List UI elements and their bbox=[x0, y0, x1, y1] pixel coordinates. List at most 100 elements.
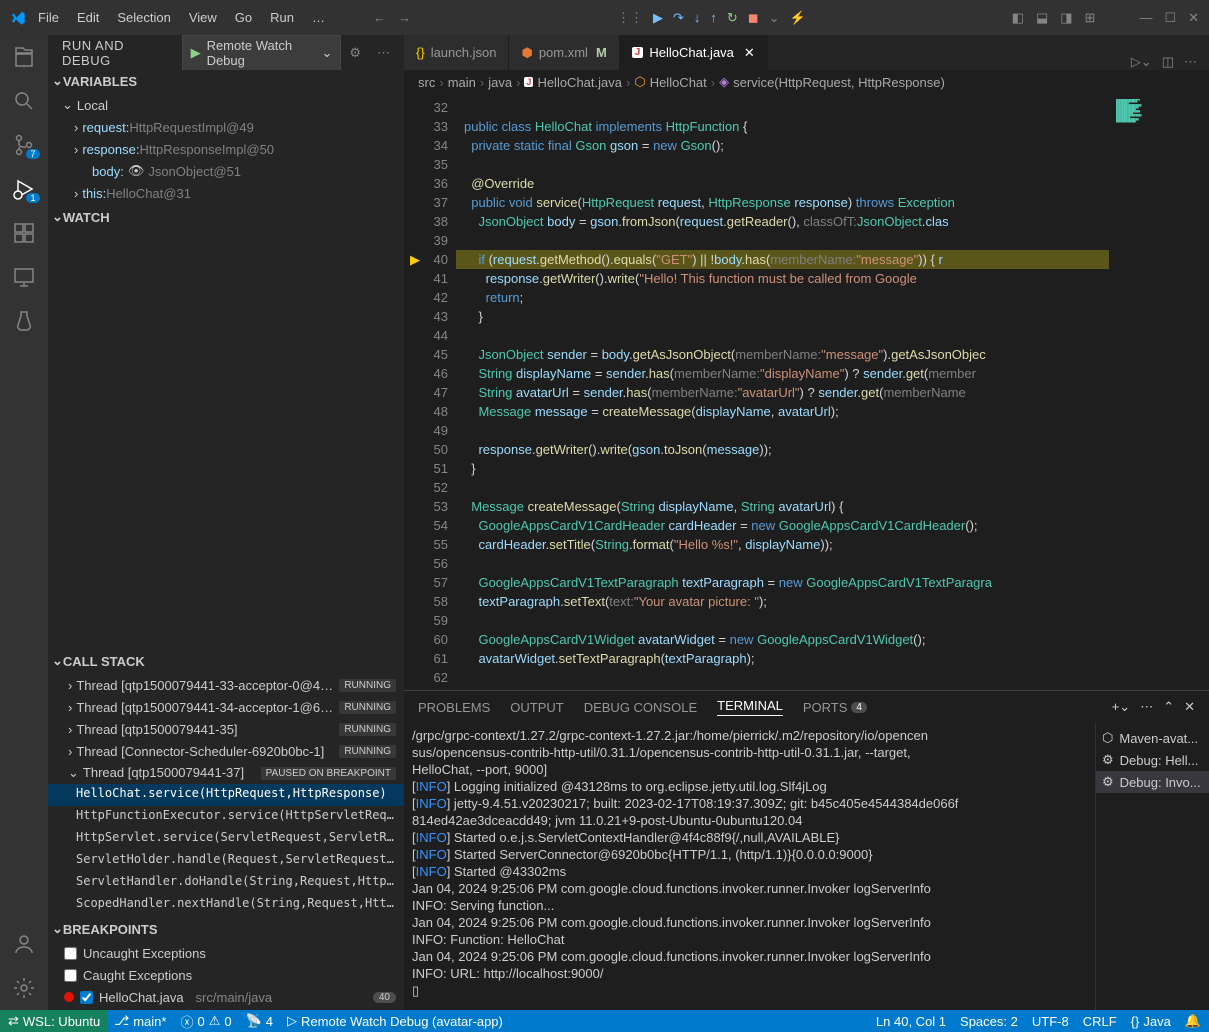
stack-frame[interactable]: ServletHolder.handle(Request,ServletRequ… bbox=[48, 850, 404, 872]
checkbox[interactable] bbox=[64, 947, 77, 960]
restart-icon[interactable]: ↻ bbox=[727, 10, 738, 26]
terminal-item-debug-invoker[interactable]: ⚙Debug: Invo... bbox=[1096, 771, 1209, 793]
breakpoint-caught[interactable]: Caught Exceptions bbox=[48, 964, 404, 986]
code-content[interactable]: public class HelloChat implements HttpFu… bbox=[456, 94, 1109, 690]
hot-reload-icon[interactable]: ⚡ bbox=[789, 10, 805, 26]
menu-edit[interactable]: Edit bbox=[77, 10, 99, 25]
breadcrumbs[interactable]: src› main› java› J HelloChat.java› ⬡ Hel… bbox=[404, 70, 1209, 94]
breakpoint-file[interactable]: HelloChat.javasrc/main/java40 bbox=[48, 986, 404, 1008]
thread-row[interactable]: ›Thread [qtp1500079441-35]RUNNING bbox=[48, 718, 404, 740]
thread-row[interactable]: ›Thread [qtp1500079441-33-acceptor-0@48.… bbox=[48, 674, 404, 696]
panel-tab-debug-console[interactable]: DEBUG CONSOLE bbox=[584, 700, 697, 715]
checkbox[interactable] bbox=[80, 991, 93, 1004]
close-panel-icon[interactable]: ✕ bbox=[1184, 699, 1195, 715]
cursor-position[interactable]: Ln 40, Col 1 bbox=[876, 1013, 946, 1029]
menu-go[interactable]: Go bbox=[235, 10, 252, 25]
step-into-icon[interactable]: ↓ bbox=[694, 10, 701, 25]
breakpoints-section-head[interactable]: ⌄ BREAKPOINTS bbox=[48, 918, 404, 940]
source-control-icon[interactable]: 7 bbox=[12, 133, 36, 157]
scope-local[interactable]: ⌄Local bbox=[48, 94, 404, 116]
breakpoint-uncaught[interactable]: Uncaught Exceptions bbox=[48, 942, 404, 964]
settings-gear-icon[interactable] bbox=[12, 976, 36, 1000]
step-over-icon[interactable]: ↷ bbox=[673, 10, 684, 26]
stack-frame[interactable]: HttpFunctionExecutor.service(HttpServlet… bbox=[48, 806, 404, 828]
stop-icon[interactable]: ◼ bbox=[748, 10, 759, 26]
antenna-icon: 📡 bbox=[246, 1013, 262, 1029]
gear-icon[interactable]: ⚙ bbox=[349, 45, 361, 61]
more-icon[interactable]: ⋯ bbox=[1140, 699, 1153, 715]
menu-selection[interactable]: Selection bbox=[117, 10, 170, 25]
panel-tab-problems[interactable]: PROBLEMS bbox=[418, 700, 490, 715]
split-right-icon[interactable]: ◫ bbox=[1162, 54, 1174, 70]
minimize-icon[interactable]: — bbox=[1139, 10, 1152, 25]
debug-config-selector[interactable]: ▶ Remote Watch Debug ⌄ bbox=[182, 35, 342, 71]
eol[interactable]: CRLF bbox=[1083, 1013, 1117, 1029]
checkbox[interactable] bbox=[64, 969, 77, 982]
git-branch[interactable]: ⎇main* bbox=[114, 1013, 166, 1029]
layout-secondary-icon[interactable]: ◨ bbox=[1060, 10, 1072, 26]
thread-row[interactable]: ›Thread [Connector-Scheduler-6920b0bc-1]… bbox=[48, 740, 404, 762]
close-icon[interactable]: ✕ bbox=[1188, 10, 1199, 26]
more-icon[interactable]: ⋯ bbox=[1184, 54, 1197, 70]
close-icon[interactable]: ✕ bbox=[744, 45, 755, 61]
terminal-output[interactable]: /grpc/grpc-context/1.27.2/grpc-context-1… bbox=[404, 723, 1095, 1010]
menu-view[interactable]: View bbox=[189, 10, 217, 25]
variable-row[interactable]: ›this: HelloChat@31 bbox=[48, 182, 404, 204]
panel-tab-ports[interactable]: PORTS4 bbox=[803, 700, 867, 715]
step-out-icon[interactable]: ↑ bbox=[710, 10, 717, 25]
variables-section-head[interactable]: ⌄ VARIABLES bbox=[48, 70, 404, 92]
maximize-icon[interactable]: ☐ bbox=[1164, 10, 1176, 26]
search-icon[interactable] bbox=[12, 89, 36, 113]
new-terminal-icon[interactable]: +⌄ bbox=[1112, 699, 1130, 715]
remote-indicator[interactable]: ⇄WSL: Ubuntu bbox=[0, 1010, 108, 1032]
ports-status[interactable]: 📡4 bbox=[246, 1013, 273, 1029]
testing-icon[interactable] bbox=[12, 309, 36, 333]
run-debug-icon[interactable]: 1 bbox=[12, 177, 36, 201]
continue-icon[interactable]: ▶ bbox=[653, 10, 663, 26]
menu-file[interactable]: File bbox=[38, 10, 59, 25]
variable-row[interactable]: ›response: HttpResponseImpl@50 bbox=[48, 138, 404, 160]
stack-frame[interactable]: ScopedHandler.nextHandle(String,Request,… bbox=[48, 894, 404, 916]
debug-status[interactable]: ▷Remote Watch Debug (avatar-app) bbox=[287, 1013, 503, 1029]
accounts-icon[interactable] bbox=[12, 932, 36, 956]
stack-frame[interactable]: ServletHandler.doHandle(String,Request,H… bbox=[48, 872, 404, 894]
stack-frame[interactable]: HelloChat.service(HttpRequest,HttpRespon… bbox=[48, 784, 404, 806]
terminal-item-debug-hello[interactable]: ⚙Debug: Hell... bbox=[1096, 749, 1209, 771]
errors-warnings[interactable]: ⓧ0 ⚠0 bbox=[180, 1012, 231, 1031]
tab-hellochat-java[interactable]: JHelloChat.java✕ bbox=[620, 35, 768, 70]
braces-icon: {} bbox=[416, 45, 425, 60]
menu-more[interactable]: … bbox=[312, 10, 325, 25]
dropdown-icon[interactable]: ⌄ bbox=[769, 10, 780, 26]
thread-row-expanded[interactable]: ⌄Thread [qtp1500079441-37]PAUSED ON BREA… bbox=[48, 762, 404, 784]
code-editor[interactable]: 3233343536373839▶40414243444546474849505… bbox=[404, 94, 1209, 690]
thread-row[interactable]: ›Thread [qtp1500079441-34-acceptor-1@66.… bbox=[48, 696, 404, 718]
explorer-icon[interactable] bbox=[12, 45, 36, 69]
remote-explorer-icon[interactable] bbox=[12, 265, 36, 289]
terminal-item-maven[interactable]: ⬡Maven-avat... bbox=[1096, 727, 1209, 749]
stack-frame[interactable]: HttpServlet.service(ServletRequest,Servl… bbox=[48, 828, 404, 850]
layout-customize-icon[interactable]: ⊞ bbox=[1085, 10, 1096, 26]
maximize-panel-icon[interactable]: ⌃ bbox=[1163, 699, 1174, 715]
menu-run[interactable]: Run bbox=[270, 10, 294, 25]
minimap[interactable]: ████████████████████████████████████████… bbox=[1109, 94, 1209, 690]
layout-primary-icon[interactable]: ◧ bbox=[1012, 10, 1024, 26]
variable-row[interactable]: body:👁 JsonObject@51 bbox=[48, 160, 404, 182]
nav-forward-icon[interactable]: → bbox=[398, 10, 411, 25]
notifications[interactable]: 🔔 bbox=[1185, 1013, 1201, 1029]
panel-tab-output[interactable]: OUTPUT bbox=[510, 700, 563, 715]
run-dropdown-icon[interactable]: ▷⌄ bbox=[1131, 54, 1152, 70]
more-icon[interactable]: ⋯ bbox=[377, 45, 390, 61]
grip-icon[interactable]: ⋮⋮ bbox=[617, 10, 643, 26]
indentation[interactable]: Spaces: 2 bbox=[960, 1013, 1018, 1029]
callstack-section-head[interactable]: ⌄ CALL STACK bbox=[48, 650, 404, 672]
watch-section-head[interactable]: ⌄ WATCH bbox=[48, 206, 404, 228]
variable-row[interactable]: ›request: HttpRequestImpl@49 bbox=[48, 116, 404, 138]
tab-launch-json[interactable]: {}launch.json bbox=[404, 35, 509, 70]
language-mode[interactable]: {}Java bbox=[1131, 1013, 1171, 1029]
layout-panel-icon[interactable]: ⬓ bbox=[1036, 10, 1048, 26]
panel-tab-terminal[interactable]: TERMINAL bbox=[717, 698, 783, 716]
nav-back-icon[interactable]: ← bbox=[373, 10, 386, 25]
tab-pom-xml[interactable]: ⬢pom.xmlM bbox=[509, 35, 619, 70]
extensions-icon[interactable] bbox=[12, 221, 36, 245]
encoding[interactable]: UTF-8 bbox=[1032, 1013, 1069, 1029]
